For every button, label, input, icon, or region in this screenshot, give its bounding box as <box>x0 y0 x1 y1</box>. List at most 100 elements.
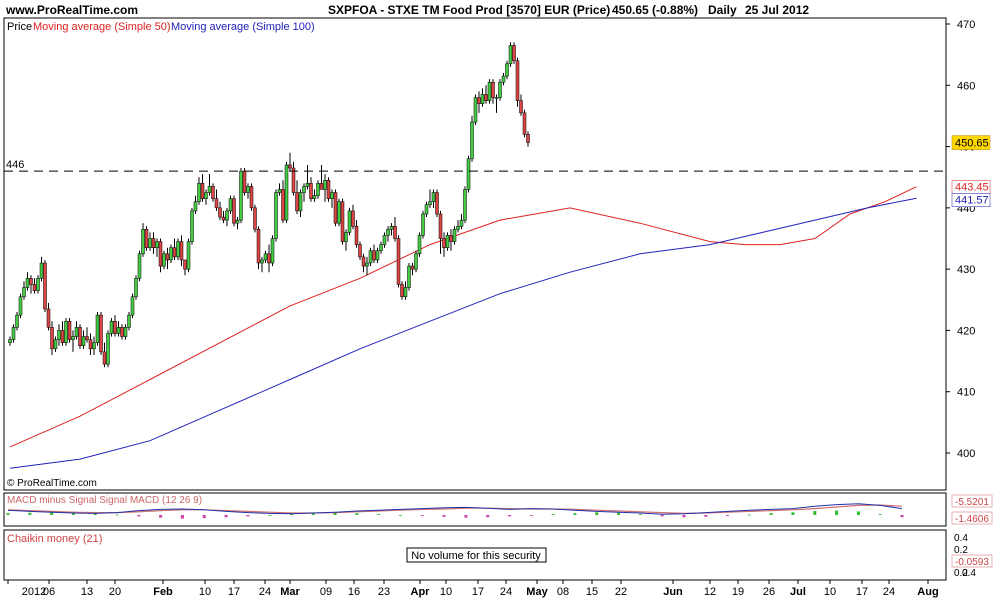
candle <box>512 42 516 64</box>
macd-label-bottom: -1.4606 <box>955 514 989 525</box>
candle <box>256 226 261 270</box>
candle <box>18 293 23 319</box>
macd-histogram-bar <box>835 510 839 515</box>
candle <box>487 79 492 104</box>
ma50-badge-text: 443.45 <box>955 182 989 194</box>
macd-histogram-bar <box>813 510 817 515</box>
macd-histogram-bar <box>747 514 751 516</box>
candle <box>176 238 180 260</box>
candle <box>417 232 422 257</box>
candle <box>99 312 103 355</box>
macd-histogram-bar <box>791 512 795 515</box>
y-tick-label: 470 <box>957 19 975 31</box>
candle <box>134 275 138 300</box>
x-tick-label: 10 <box>824 586 836 598</box>
x-axis: 201206 13 20 Feb 10 17 24 Mar 09 16 23 Apr 10 17 24 May… <box>7 580 939 598</box>
macd-title: MACD minus Signal Signal MACD (12 26 9) <box>7 495 202 506</box>
candle <box>326 177 331 202</box>
macd-histogram-bar <box>878 514 882 515</box>
site-name: www.ProRealTime.com <box>5 3 138 17</box>
macd-histogram-bar <box>159 515 163 518</box>
candle <box>78 324 82 349</box>
candle <box>249 183 254 211</box>
candle <box>337 198 341 227</box>
macd-histogram-bar <box>115 514 119 516</box>
no-volume-message: No volume for this security <box>411 550 541 562</box>
x-tick-label: 24 <box>259 586 271 598</box>
candle <box>340 198 345 245</box>
legend-ma50: Moving average (Simple 50) <box>33 21 171 33</box>
last-price-badge-text: 450.65 <box>955 138 989 150</box>
macd-histogram-bar <box>246 515 250 517</box>
chart-window: www.ProRealTime.com SXPFOA - STXE TM Foo… <box>0 0 1000 600</box>
candle <box>333 189 338 227</box>
candle <box>463 186 467 224</box>
legend-price: Price <box>7 21 32 33</box>
macd-histogram-bar <box>355 513 359 515</box>
candle <box>144 226 149 251</box>
candle <box>470 115 474 162</box>
candle <box>522 109 527 138</box>
chart-period: Daily <box>708 3 737 17</box>
candle <box>396 235 401 288</box>
macd-histogram-bar <box>769 513 773 515</box>
macd-histogram-bar <box>551 514 555 515</box>
x-tick-label: 23 <box>378 586 390 598</box>
chaikin-title: Chaikin money (21) <box>7 533 102 545</box>
chart-date: 25 Jul 2012 <box>745 3 809 17</box>
x-tick-label: 19 <box>732 586 744 598</box>
x-tick-label: Feb <box>153 586 173 598</box>
last-price-change: 450.65 (-0.88%) <box>612 3 698 17</box>
y-tick-label: 460 <box>957 80 975 92</box>
y-tick-label: 420 <box>957 325 975 337</box>
x-tick-label: Jun <box>663 586 683 598</box>
price-chart[interactable]: www.ProRealTime.com SXPFOA - STXE TM Foo… <box>0 0 1000 600</box>
macd-histogram-bar <box>224 515 228 518</box>
chaikin-label-3: -0.0593 <box>955 557 989 568</box>
macd-histogram-bar <box>486 515 490 518</box>
macd-histogram-bar <box>137 515 141 517</box>
macd-histogram-bar <box>660 515 664 517</box>
x-tick-label: 10 <box>199 586 211 598</box>
x-tick-label: Jul <box>790 586 806 598</box>
candle <box>473 94 478 126</box>
macd-histogram-bar <box>398 515 402 516</box>
macd-label-top: -5.5201 <box>955 497 989 508</box>
macd-histogram-bar <box>202 515 206 519</box>
candle <box>407 263 411 291</box>
x-tick-label: 17 <box>472 586 484 598</box>
candle <box>284 161 289 224</box>
candle <box>242 168 247 196</box>
x-tick-label: 16 <box>348 586 360 598</box>
macd-histogram-bar <box>682 515 686 518</box>
candle <box>239 168 243 224</box>
x-tick-label: 17 <box>856 586 868 598</box>
x-tick-label: 06 <box>43 586 55 598</box>
chart-title: SXPFOA - STXE TM Food Prod [3570] EUR (P… <box>328 3 610 17</box>
macd-histogram-bar <box>573 513 577 515</box>
macd-histogram-bar <box>180 515 184 519</box>
ma100-badge-text: 441.57 <box>955 195 989 207</box>
price-panel[interactable] <box>3 17 947 491</box>
macd-histogram-bar <box>726 515 730 516</box>
macd-histogram-bar <box>6 513 10 515</box>
candle <box>498 79 502 101</box>
chaikin-label-5: 0.4 <box>962 568 976 579</box>
x-tick-label: 22 <box>615 586 627 598</box>
candle <box>274 189 278 242</box>
candle <box>421 210 425 239</box>
macd-histogram-bar <box>464 515 468 518</box>
x-tick-label: 09 <box>320 586 332 598</box>
y-tick-label: 400 <box>957 448 975 460</box>
candle <box>508 42 513 67</box>
x-tick-label: 08 <box>557 586 569 598</box>
macd-histogram-bar <box>377 514 381 515</box>
y-tick-label: 410 <box>957 387 975 399</box>
y-axis: 400410420430440450460470 <box>946 19 975 460</box>
candle <box>95 312 100 346</box>
candle <box>232 195 236 227</box>
candle <box>137 250 142 282</box>
candle <box>347 207 352 236</box>
y-tick-label: 430 <box>957 264 975 276</box>
candle <box>435 189 439 218</box>
